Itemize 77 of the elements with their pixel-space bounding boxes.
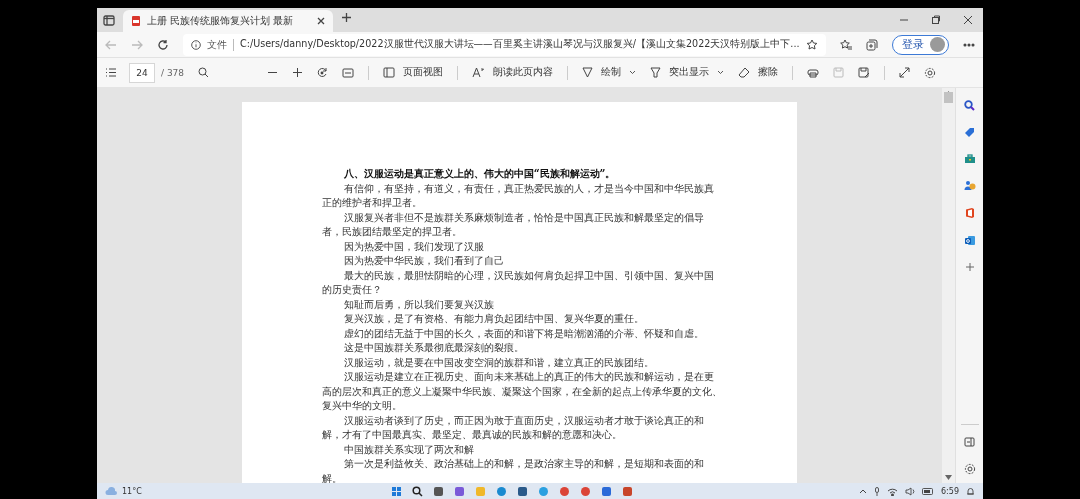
weather-icon [105,486,118,496]
battery-icon[interactable] [922,487,935,495]
refresh-icon[interactable] [157,38,169,51]
paragraph: 最大的民族，最胆怯阴暗的心理，汉民族如何肩负起捍卫中国、引领中国、复兴中国的历史责任？ [322,267,715,297]
section-heading: 八、汉服运动是真正意义上的、伟大的中国“民族和解运动”。 [342,166,617,181]
clock: 6:59 [941,486,959,496]
info-icon [191,39,201,50]
page-view-icon [383,67,396,78]
speaker-icon[interactable] [905,486,916,496]
read-aloud-icon [472,67,486,78]
paragraph: 复兴汉族，是了有资格、有能力肩负起团结中国、复兴华夏的重任。 [342,311,645,326]
save-as-icon[interactable] [858,67,871,78]
paragraph: 汉服复兴者非但不是族群关系麻烦制造者，恰恰是中国真正民族和解最坚定的倡导者，民族团结最坚定的捍卫者。 [322,209,705,239]
tag-icon[interactable] [964,127,975,138]
scheme-label: 文件 [207,37,227,52]
more-icon[interactable] [963,42,975,47]
paragraph: 汉服运动是建立在正视历史、面向未来基础上的真正的伟大的民族和解运动，是在更高的层次和真正的意义上凝聚中华民族、凝聚这个国家，在全新的起点上传承华夏的文化、复兴中华的文明。 [322,369,723,413]
maximize-icon[interactable] [931,15,941,25]
scrollbar[interactable] [942,88,955,483]
rotate-icon[interactable] [317,67,329,78]
add-favorite-icon[interactable] [806,38,818,51]
url-text: C:/Users/danny/Desktop/2022汉服世代汉服大讲坛——百里奚主讲溪山琴况与汉服复兴/【溪山文集2022天汉特别版上中下... [240,38,800,51]
toolbar-button[interactable]: 擦除 [738,66,779,79]
mail-icon[interactable] [963,235,976,246]
sign-in-button[interactable]: 登录 [892,34,949,55]
page-number-field[interactable]: 24 [129,62,155,83]
avatar-icon [930,37,945,52]
tab-actions-icon[interactable] [103,14,115,26]
office-icon[interactable] [964,207,975,219]
sidebar-toggle-icon[interactable] [964,437,975,447]
paragraph: 有信仰，有坚持，有道义，有责任，真正热爱民族的人，才是当今中国和中华民族真正的维护者和捍卫者。 [322,180,715,210]
paragraph: 汉服运动，就是要在中国改变空洞的族群和谐，建立真正的民族团结。 [342,354,655,369]
scroll-down-icon[interactable] [945,475,952,480]
start-icon[interactable] [391,485,402,497]
collections-icon[interactable] [866,38,878,51]
eraser-icon [738,67,751,78]
zoom-in-icon[interactable] [292,67,304,78]
fit-width-icon[interactable] [342,67,355,78]
full-screen-icon[interactable] [899,67,911,78]
search-icon[interactable] [964,100,975,111]
search-icon[interactable] [412,485,423,497]
draw-icon [582,67,594,78]
people-icon[interactable] [963,180,976,191]
page-count: / 378 [161,67,185,78]
settings-icon[interactable] [963,463,976,475]
temperature: 11°C [122,486,142,496]
paragraph: 这是中国族群关系最彻底最深刻的裂痕。 [342,340,525,355]
close-icon[interactable] [317,17,325,25]
new-tab-icon[interactable] [341,12,352,23]
paragraph: 第一次是利益攸关、政治基础上的和解，是政治家主导的和解，是短期和表面的和解。 [322,456,705,483]
address-field[interactable]: 文件 C:/Users/danny/Desktop/2022汉服世代汉服大讲坛——百里奚主讲溪山琴况与汉服复兴/【溪山文集2022天汉特别版上中下... [183,33,826,56]
print-icon[interactable] [807,67,820,78]
toolbar-button[interactable]: 页面视图 [383,66,444,79]
favorites-icon[interactable] [840,38,852,51]
toolbar-button[interactable]: 朗读此页内容 [472,66,554,79]
paragraph: 知耻而后勇，所以我们要复兴汉族 [342,296,495,311]
notification-icon[interactable] [966,486,975,496]
tray-caret-icon[interactable] [859,488,868,494]
paragraph: 汉服运动者谈到了历史，而正因为敢于直面历史，汉服运动者才敢于谈论真正的和解，才有了中国最真实、最坚定、最真诚的民族和解的意愿和决心。 [322,412,705,442]
highlight-icon [650,67,662,78]
browser-tab[interactable]: 上册 民族传统服饰复兴计划 最新 [123,10,333,32]
close-icon[interactable] [963,15,973,25]
paragraph: 虚幻的团结无益于中国的长久，表面的和谐下将是暗潮汹涌的介蒂、怀疑和自虐。 [342,325,705,340]
toolbar-button[interactable]: 突出显示 [650,66,725,79]
microphone-icon[interactable] [874,486,881,496]
paragraph: 中国族群关系实现了两次和解 [342,441,475,456]
add-icon[interactable] [964,262,975,272]
briefcase-icon[interactable] [963,154,976,164]
paragraph: 因为热爱中国，我们发现了汉服 [342,238,485,253]
pdf-file-icon [131,15,141,27]
toolbar-button[interactable]: 绘制 [582,66,637,79]
settings-icon[interactable] [924,66,937,79]
search-icon[interactable] [198,67,210,78]
contents-icon[interactable] [105,68,117,77]
scrollbar-thumb[interactable] [944,92,953,103]
wifi-icon[interactable] [887,486,899,496]
paragraph: 因为热爱中华民族，我们看到了自己 [342,253,505,268]
